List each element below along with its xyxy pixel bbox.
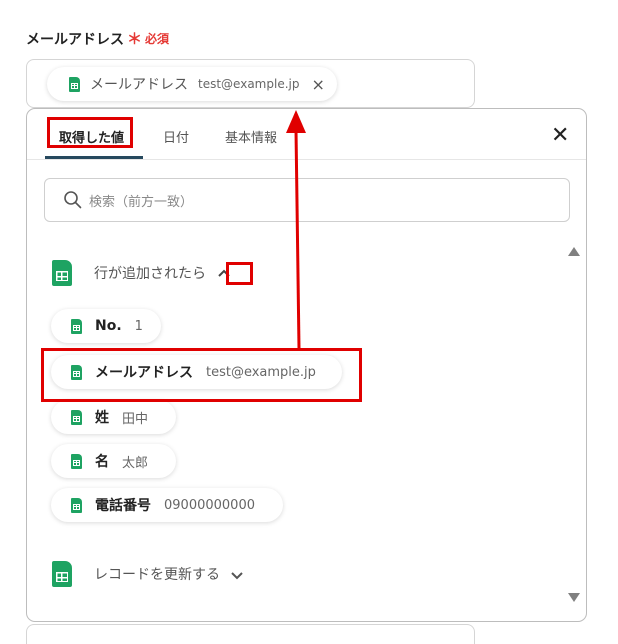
annotation-arrow [286,110,306,349]
